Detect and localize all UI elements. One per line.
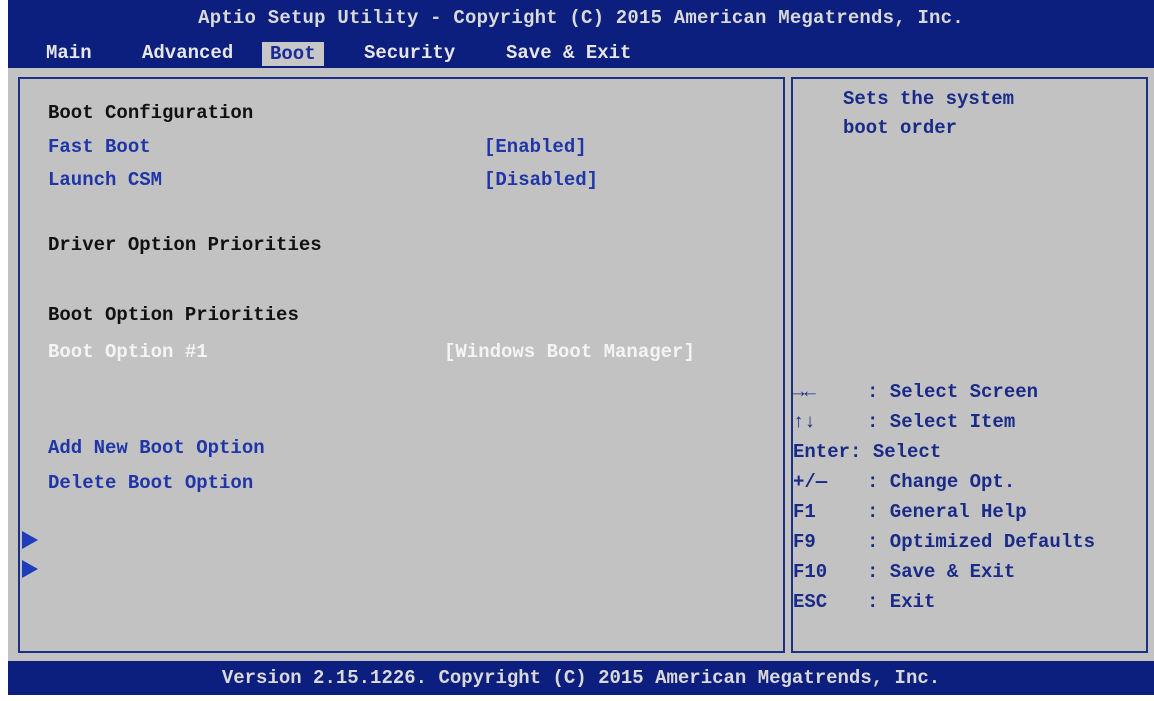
- key-hint-key: +/—: [793, 471, 828, 493]
- key-hint-key: Enter:: [793, 441, 862, 463]
- fast-boot-value[interactable]: [Enabled]: [484, 136, 587, 158]
- settings-panel: Boot Configuration Fast Boot [Enabled] L…: [18, 77, 785, 653]
- launch-csm-item[interactable]: Launch CSM: [48, 169, 162, 191]
- help-panel: Sets the system boot order →← : Select Sc…: [791, 77, 1148, 653]
- tab-advanced[interactable]: Advanced: [142, 40, 233, 66]
- submenu-arrow-icon: [22, 560, 38, 578]
- key-hint-label: : Select Item: [867, 411, 1016, 433]
- key-hint-general-help: F1 : General Help: [793, 497, 1027, 527]
- help-description-line1: Sets the system: [843, 88, 1015, 110]
- key-hint-save-exit: F10 : Save & Exit: [793, 557, 1015, 587]
- fast-boot-item[interactable]: Fast Boot: [48, 136, 151, 158]
- key-hint-label: : Change Opt.: [867, 471, 1016, 493]
- version-text: Version 2.15.1226. Copyright (C) 2015 Am…: [221, 667, 941, 689]
- app-title: Aptio Setup Utility - Copyright (C) 2015…: [198, 7, 964, 29]
- key-hint-label: : Select Screen: [867, 381, 1039, 403]
- driver-option-priorities-heading: Driver Option Priorities: [48, 234, 322, 256]
- key-hint-enter: Enter: Select: [793, 437, 941, 467]
- help-description-line2: boot order: [843, 117, 958, 139]
- left-right-arrows-icon: →←: [793, 381, 816, 403]
- key-hint-exit: ESC : Exit: [793, 587, 935, 617]
- add-new-boot-option-item[interactable]: Add New Boot Option: [48, 437, 265, 459]
- submenu-arrow-icon: [22, 531, 38, 549]
- tab-boot[interactable]: Boot: [262, 42, 324, 66]
- key-hint-label: Select: [872, 441, 942, 463]
- key-hint-label: : Exit: [867, 591, 936, 613]
- title-bar: Aptio Setup Utility - Copyright (C) 2015…: [8, 0, 1154, 68]
- tab-security[interactable]: Security: [364, 40, 455, 66]
- key-hint-select-screen: →← : Select Screen: [793, 377, 1038, 407]
- launch-csm-value[interactable]: [Disabled]: [484, 169, 598, 191]
- key-hint-label: : Optimized Defaults: [867, 531, 1096, 553]
- tab-main[interactable]: Main: [46, 40, 92, 66]
- boot-configuration-heading: Boot Configuration: [48, 102, 254, 124]
- main-area: Boot Configuration Fast Boot [Enabled] L…: [8, 68, 1154, 661]
- key-hint-label: : Save & Exit: [867, 561, 1016, 583]
- key-hint-label: : General Help: [867, 501, 1027, 523]
- delete-boot-option-item[interactable]: Delete Boot Option: [48, 472, 253, 494]
- key-hint-key: F1: [793, 501, 816, 523]
- key-hint-change-opt: +/— : Change Opt.: [793, 467, 1015, 497]
- up-down-arrows-icon: ↑↓: [793, 411, 816, 433]
- boot-option-priorities-heading: Boot Option Priorities: [48, 304, 299, 326]
- key-hint-key: ESC: [793, 591, 828, 613]
- key-hint-key: F10: [793, 561, 828, 583]
- boot-option-1-value[interactable]: [Windows Boot Manager]: [444, 341, 695, 363]
- boot-option-1-item[interactable]: Boot Option #1: [48, 341, 208, 363]
- key-hint-optimized-defaults: F9 : Optimized Defaults: [793, 527, 1095, 557]
- status-bar: Version 2.15.1226. Copyright (C) 2015 Am…: [8, 661, 1154, 695]
- tab-save-exit[interactable]: Save & Exit: [506, 40, 631, 66]
- key-hint-key: F9: [793, 531, 816, 553]
- key-hint-select-item: ↑↓ : Select Item: [793, 407, 1015, 437]
